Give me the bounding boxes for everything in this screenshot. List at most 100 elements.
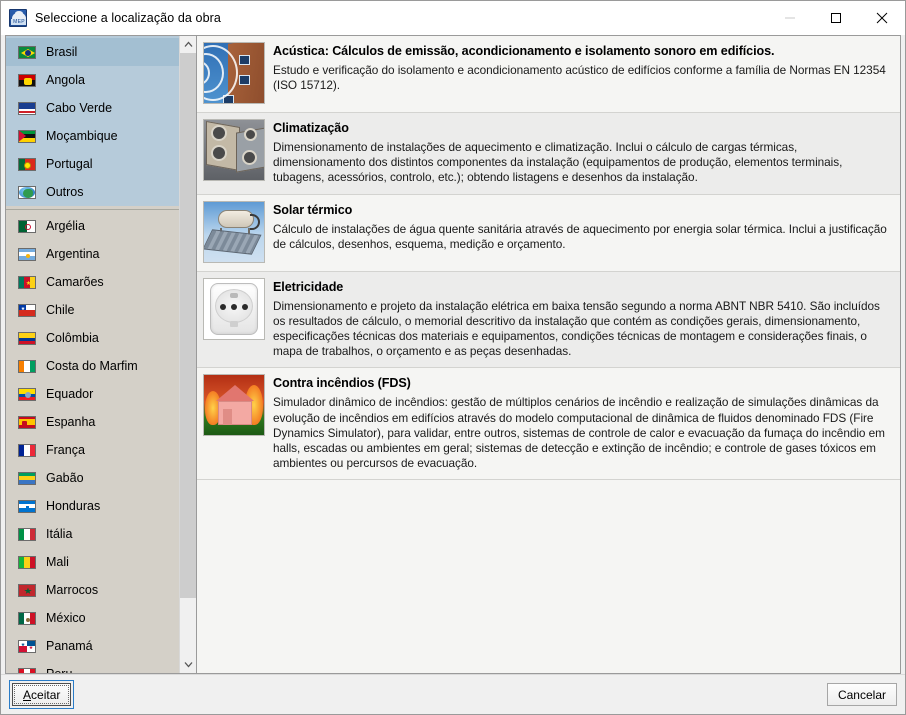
country-label: Espanha [46, 415, 96, 429]
country-label: França [46, 443, 85, 457]
module-text: Contra incêndios (FDS) Simulador dinâmico… [273, 374, 890, 471]
secondary-country-group: Argélia Argentina Camarões Chile Colômbia Cos… [6, 210, 179, 673]
country-label: Equador [46, 387, 94, 401]
country-item-equador[interactable]: Equador [6, 380, 179, 408]
minimize-icon[interactable] [767, 0, 813, 35]
module-description: Dimensionamento e projeto da instalação … [273, 298, 880, 359]
country-label: Honduras [46, 499, 101, 513]
country-label: Outros [46, 185, 84, 199]
accept-button[interactable]: Aceitar [12, 683, 72, 706]
country-item-argentina[interactable]: Argentina [6, 240, 179, 268]
country-label: Peru [46, 667, 72, 673]
country-item-costa-do-marfim[interactable]: Costa do Marfim [6, 352, 179, 380]
country-item-méxico[interactable]: México [6, 604, 179, 632]
country-item-chile[interactable]: Chile [6, 296, 179, 324]
module-text: Eletricidade Dimensionamento e projeto da… [273, 278, 890, 360]
country-label: México [46, 611, 86, 625]
flag-chile [18, 303, 36, 317]
module-title: Climatização [273, 121, 349, 135]
country-sidebar: Brasil Angola Cabo Verde Moçambique Portugal… [6, 36, 197, 673]
country-label: Camarões [46, 275, 104, 289]
scrollbar-thumb[interactable] [180, 53, 196, 598]
mep-cloud-icon: MEP [9, 8, 27, 27]
country-item-cabo-verde[interactable]: Cabo Verde [6, 94, 179, 122]
country-item-colômbia[interactable]: Colômbia [6, 324, 179, 352]
country-item-argélia[interactable]: Argélia [6, 212, 179, 240]
accept-accelerator: A [23, 687, 32, 702]
module-row[interactable]: Acústica: Cálculos de emissão, acondicio… [197, 36, 900, 113]
module-description: Cálculo de instalações de água quente sa… [273, 221, 887, 251]
window-title: Seleccione a localização da obra [35, 10, 221, 25]
scroll-down-icon[interactable] [180, 656, 196, 673]
country-item-brasil[interactable]: Brasil [6, 38, 179, 66]
scrollbar-track[interactable] [180, 53, 196, 656]
country-item-gabão[interactable]: Gabão [6, 464, 179, 492]
accept-label-rest: ceitar [31, 687, 61, 702]
country-item-outros[interactable]: Outros [6, 178, 179, 206]
country-item-honduras[interactable]: Honduras [6, 492, 179, 520]
flag-brasil [18, 45, 36, 59]
module-row[interactable]: Climatização Dimensionamento de instalaçõ… [197, 113, 900, 195]
country-item-itália[interactable]: Itália [6, 520, 179, 548]
primary-country-group: Brasil Angola Cabo Verde Moçambique Portugal… [6, 36, 179, 206]
globe-icon [18, 185, 36, 199]
module-title: Solar térmico [273, 202, 353, 217]
country-item-moçambique[interactable]: Moçambique [6, 122, 179, 150]
module-title: Eletricidade [273, 279, 344, 294]
country-item-angola[interactable]: Angola [6, 66, 179, 94]
flag-costa-do-marfim [18, 359, 36, 373]
country-list[interactable]: Brasil Angola Cabo Verde Moçambique Portugal… [6, 36, 179, 673]
country-item-portugal[interactable]: Portugal [6, 150, 179, 178]
country-label: Moçambique [46, 129, 118, 143]
electrical-socket-icon [203, 277, 265, 340]
content-frame: Brasil Angola Cabo Verde Moçambique Portugal… [5, 35, 901, 674]
flag-argentina [18, 247, 36, 261]
close-icon[interactable] [859, 0, 905, 35]
flag-honduras [18, 499, 36, 513]
flag-camaroes [18, 275, 36, 289]
cancel-button[interactable]: Cancelar [826, 683, 897, 706]
country-label: Brasil [46, 45, 78, 59]
hvac-units-icon [203, 119, 265, 181]
flag-panama [18, 639, 36, 653]
country-item-peru[interactable]: Peru [6, 660, 179, 673]
country-label: Gabão [46, 471, 84, 485]
flag-mali [18, 555, 36, 569]
country-item-camarões[interactable]: Camarões [6, 268, 179, 296]
country-label: Costa do Marfim [46, 359, 138, 373]
flag-marrocos [18, 583, 36, 597]
maximize-icon[interactable] [813, 0, 859, 35]
country-label: Chile [46, 303, 75, 317]
country-label: Portugal [46, 157, 93, 171]
country-label: Cabo Verde [46, 101, 113, 115]
country-item-panamá[interactable]: Panamá [6, 632, 179, 660]
module-row[interactable]: Solar térmico Cálculo de instalações de á… [197, 194, 900, 272]
accept-focus-ring: Aceitar [9, 680, 75, 709]
country-item-marrocos[interactable]: Marrocos [6, 576, 179, 604]
scroll-up-icon[interactable] [180, 36, 196, 53]
module-row[interactable]: Eletricidade Dimensionamento e projeto da… [197, 271, 900, 369]
flag-argelia [18, 219, 36, 233]
country-label: Argentina [46, 247, 100, 261]
country-label: Angola [46, 73, 85, 87]
country-label: Panamá [46, 639, 93, 653]
module-text: Solar térmico Cálculo de instalações de á… [273, 201, 890, 263]
flag-italia [18, 527, 36, 541]
country-label: Itália [46, 527, 73, 541]
modules-panel: Acústica: Cálculos de emissão, acondicio… [197, 36, 900, 673]
flag-colombia [18, 331, 36, 345]
country-item-frança[interactable]: França [6, 436, 179, 464]
solar-thermal-icon [203, 200, 265, 263]
flag-mexico [18, 611, 36, 625]
module-row[interactable]: Contra incêndios (FDS) Simulador dinâmico… [197, 368, 900, 481]
burning-house-icon [203, 374, 265, 437]
country-label: Colômbia [46, 331, 99, 345]
country-item-mali[interactable]: Mali [6, 548, 179, 576]
country-item-espanha[interactable]: Espanha [6, 408, 179, 436]
module-description: Dimensionamento de instalações de aqueci… [273, 140, 843, 185]
module-title: Contra incêndios (FDS) [273, 376, 411, 391]
flag-gabao [18, 471, 36, 485]
sidebar-scrollbar[interactable] [179, 36, 196, 673]
window-controls [767, 0, 905, 35]
module-text: Climatização Dimensionamento de instalaçõ… [273, 119, 890, 186]
